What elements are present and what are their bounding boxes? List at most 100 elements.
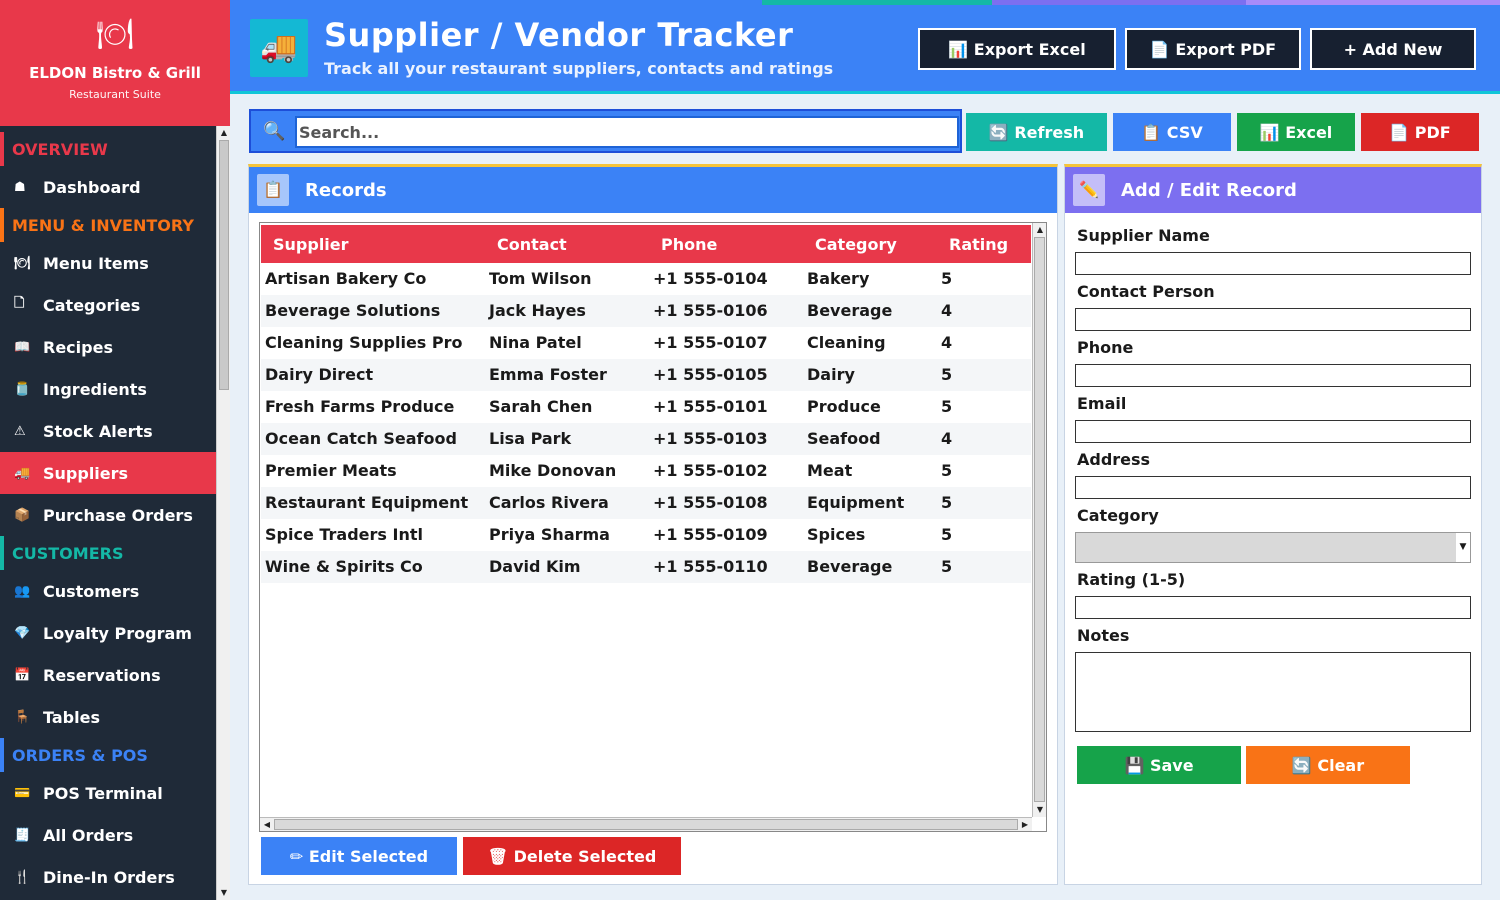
sidebar-item-label: Dine-In Orders [43, 867, 175, 887]
table-cell: Seafood [807, 429, 881, 448]
rating-field[interactable] [1075, 596, 1471, 619]
table-row[interactable]: Restaurant Equipment Carlos Rivera +1 555-… [261, 487, 1031, 519]
search-bar: 🔍 [249, 109, 962, 153]
scrollbar-thumb[interactable] [1034, 237, 1045, 802]
records-table: Supplier Contact Phone Category Rating A… [259, 222, 1047, 832]
scrollbar-thumb[interactable] [219, 140, 229, 390]
contact-person-field[interactable] [1075, 308, 1471, 331]
records-title: Records [305, 179, 387, 201]
table-cell: +1 555-0109 [653, 525, 768, 544]
column-header-category[interactable]: Category [815, 235, 897, 254]
save-button[interactable]: 💾 Save [1077, 746, 1241, 784]
nav-icon: 🍽 [14, 255, 31, 271]
form-panel-header: ✏️ Add / Edit Record [1065, 167, 1481, 213]
column-header-rating[interactable]: Rating [949, 235, 1008, 254]
sidebar-item-menu-items[interactable]: 🍽 Menu Items [0, 242, 216, 284]
edit-selected-button[interactable]: ✏ Edit Selected [261, 837, 457, 875]
sidebar-item-label: Purchase Orders [43, 505, 193, 525]
table-cell: Equipment [807, 493, 905, 512]
sidebar-item-pos-terminal[interactable]: 💳 POS Terminal [0, 772, 216, 814]
brand-header: 🍽 ELDON Bistro & Grill Restaurant Suite [0, 0, 230, 126]
table-cell: +1 555-0104 [653, 269, 768, 288]
table-cell: Nina Patel [489, 333, 582, 352]
add-new-button[interactable]: + Add New [1310, 28, 1476, 70]
clear-button[interactable]: 🔄 Clear [1246, 746, 1410, 784]
email-label: Email [1077, 394, 1127, 413]
refresh-button[interactable]: 🔄 Refresh [966, 113, 1107, 151]
scrollbar-thumb[interactable] [274, 819, 1018, 830]
table-horizontal-scrollbar[interactable]: ◀ ▶ [260, 817, 1032, 831]
sidebar-item-suppliers[interactable]: 🚚 Suppliers [0, 452, 216, 494]
scroll-down-arrow-icon[interactable]: ▼ [1033, 803, 1046, 817]
phone-field[interactable] [1075, 364, 1471, 387]
table-row[interactable]: Cleaning Supplies Pro Nina Patel +1 555-01… [261, 327, 1031, 359]
table-row[interactable]: Ocean Catch Seafood Lisa Park +1 555-0103 S… [261, 423, 1031, 455]
sidebar-item-label: Customers [43, 581, 140, 601]
sidebar-item-recipes[interactable]: 📖 Recipes [0, 326, 216, 368]
scroll-left-arrow-icon[interactable]: ◀ [260, 818, 274, 831]
nav-icon: ⚠ [14, 423, 26, 439]
scroll-up-arrow-icon[interactable]: ▲ [1033, 223, 1046, 237]
sidebar-item-categories[interactable]: 🗋 Categories [0, 284, 216, 326]
nav-icon: 🪑 [14, 709, 31, 725]
table-row[interactable]: Spice Traders Intl Priya Sharma +1 555-010… [261, 519, 1031, 551]
scroll-up-arrow-icon[interactable]: ▲ [217, 126, 231, 140]
table-row[interactable]: Wine & Spirits Co David Kim +1 555-0110 Bev… [261, 551, 1031, 583]
csv-button[interactable]: 📋 CSV [1113, 113, 1231, 151]
scroll-down-arrow-icon[interactable]: ▼ [217, 886, 231, 900]
column-header-supplier[interactable]: Supplier [273, 235, 349, 254]
supplier-name-field[interactable] [1075, 252, 1471, 275]
scroll-right-arrow-icon[interactable]: ▶ [1018, 818, 1032, 831]
table-cell: Lisa Park [489, 429, 572, 448]
sidebar-item-label: Categories [43, 295, 141, 315]
table-cell: Priya Sharma [489, 525, 610, 544]
category-label: Category [1077, 506, 1159, 525]
sidebar-item-all-orders[interactable]: 🧾 All Orders [0, 814, 216, 856]
pdf-button[interactable]: 📄 PDF [1361, 113, 1479, 151]
table-row[interactable]: Fresh Farms Produce Sarah Chen +1 555-0101… [261, 391, 1031, 423]
clipboard-icon: 📋 [257, 174, 289, 206]
sidebar-item-stock-alerts[interactable]: ⚠ Stock Alerts [0, 410, 216, 452]
column-header-contact[interactable]: Contact [497, 235, 567, 254]
sidebar-item-label: Menu Items [43, 253, 149, 273]
chevron-down-icon[interactable]: ▼ [1456, 533, 1470, 562]
address-field[interactable] [1075, 476, 1471, 499]
table-cell: +1 555-0110 [653, 557, 768, 576]
delete-selected-button[interactable]: 🗑 Delete Selected [463, 837, 681, 875]
sidebar-item-dine-in-orders[interactable]: 🍴 Dine-In Orders [0, 856, 216, 898]
table-row[interactable]: Dairy Direct Emma Foster +1 555-0105 Dairy 5 [261, 359, 1031, 391]
table-row[interactable]: Premier Meats Mike Donovan +1 555-0102 Meat… [261, 455, 1031, 487]
search-input[interactable] [295, 116, 959, 148]
header-accent-strip [1246, 0, 1500, 5]
table-cell: Produce [807, 397, 881, 416]
sidebar-item-reservations[interactable]: 📅 Reservations [0, 654, 216, 696]
table-cell: 4 [941, 301, 953, 320]
sidebar-item-ingredients[interactable]: 🫙 Ingredients [0, 368, 216, 410]
table-row[interactable]: Artisan Bakery Co Tom Wilson +1 555-0104 Ba… [261, 263, 1031, 295]
export-excel-button[interactable]: 📊 Export Excel [918, 28, 1116, 70]
pencil-icon: ✏️ [1073, 174, 1105, 206]
category-select[interactable]: ▼ [1075, 532, 1471, 563]
nav-icon: 📖 [14, 339, 31, 355]
table-cell: Bakery [807, 269, 870, 288]
sidebar-item-dashboard[interactable]: ☗ Dashboard [0, 166, 216, 208]
table-cell: Cleaning [807, 333, 886, 352]
sidebar-scrollbar[interactable]: ▲ ▼ [216, 126, 230, 900]
notes-textarea[interactable] [1075, 652, 1471, 732]
email-field[interactable] [1075, 420, 1471, 443]
column-header-phone[interactable]: Phone [661, 235, 717, 254]
table-row[interactable]: Beverage Solutions Jack Hayes +1 555-0106 B… [261, 295, 1031, 327]
excel-button[interactable]: 📊 Excel [1237, 113, 1355, 151]
sidebar-section-title: CUSTOMERS [0, 536, 216, 570]
sidebar-item-loyalty-program[interactable]: 💎 Loyalty Program [0, 612, 216, 654]
export-pdf-button[interactable]: 📄 Export PDF [1125, 28, 1301, 70]
sidebar-item-tables[interactable]: 🪑 Tables [0, 696, 216, 738]
sidebar-item-purchase-orders[interactable]: 📦 Purchase Orders [0, 494, 216, 536]
table-cell: Ocean Catch Seafood [265, 429, 457, 448]
sidebar-item-customers[interactable]: 👥 Customers [0, 570, 216, 612]
section-title-text: CUSTOMERS [12, 543, 124, 563]
table-cell: Beverage [807, 557, 893, 576]
nav-icon: ☗ [14, 179, 26, 195]
table-vertical-scrollbar[interactable]: ▲ ▼ [1032, 223, 1046, 817]
sidebar-item-label: Suppliers [43, 463, 129, 483]
